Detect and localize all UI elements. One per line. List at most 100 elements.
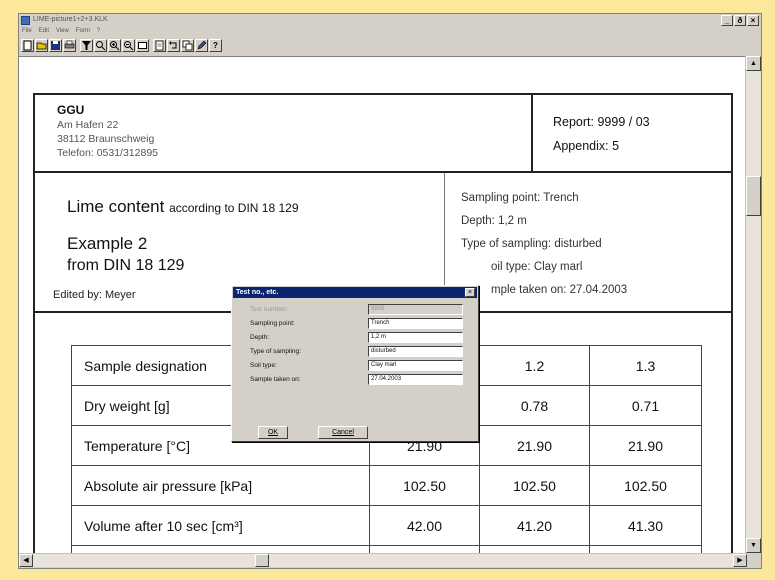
title-main: Lime content <box>67 197 165 216</box>
row-label <box>71 545 370 553</box>
scroll-left-arrow-icon[interactable]: ◀ <box>19 554 33 567</box>
sample-taken-on-row: Sample taken on: 27.04.2003 <box>240 374 470 386</box>
cell-value: 102.50 <box>369 465 480 506</box>
example-block: Example 2 from DIN 18 129 <box>67 233 184 277</box>
soil-type-field[interactable]: Clay marl <box>368 360 463 371</box>
zoom-in-icon[interactable] <box>108 39 121 52</box>
report-header: GGU Am Hafen 22 38112 Braunschweig Telef… <box>33 93 733 173</box>
close-button[interactable]: × <box>747 15 759 26</box>
menu-form[interactable]: Form <box>76 28 90 38</box>
document-page: GGU Am Hafen 22 38112 Braunschweig Telef… <box>19 56 747 553</box>
cell-value: 41.20 <box>479 505 590 546</box>
type-of-sampling-row: Type of sampling: disturbed <box>240 346 470 358</box>
minimize-button[interactable]: _ <box>721 15 733 26</box>
company-name: GGU <box>57 103 85 117</box>
print-icon[interactable] <box>63 39 76 52</box>
cell-value: 102.50 <box>479 465 590 506</box>
cell-value: 0.78 <box>479 385 590 426</box>
sampling-point-row: Sampling point: Trench <box>240 318 470 330</box>
ok-button[interactable]: OK <box>258 426 288 439</box>
depth: Depth: 1,2 m <box>461 215 527 227</box>
report-number: Report: 9999 / 03 <box>553 115 650 129</box>
help-icon[interactable]: ? <box>209 39 222 52</box>
scroll-down-arrow-icon[interactable]: ▼ <box>746 538 761 553</box>
depth-label: Depth: <box>250 334 270 341</box>
edited-by: Edited by: Meyer <box>53 289 136 301</box>
menu-edit[interactable]: Edit <box>39 28 49 38</box>
cell-value <box>479 545 590 553</box>
zoom-out-icon[interactable] <box>122 39 135 52</box>
restore-button[interactable]: ð <box>734 15 746 26</box>
ok-button-label: OK <box>267 429 279 436</box>
test-info-dialog: Test no., etc. × Test number: 9999 Sampl… <box>231 285 479 442</box>
cancel-button[interactable]: Cancel <box>318 426 368 439</box>
sample-taken-on-field[interactable]: 27.04.2003 <box>368 374 463 385</box>
company-phone: Telefon: 0531/312895 <box>57 147 159 159</box>
table-row: Volume after 10 sec [cm³] 42.00 41.20 41… <box>71 505 702 546</box>
company-city: 38112 Braunschweig <box>57 133 155 145</box>
sample-taken-on: mple taken on: 27.04.2003 <box>491 284 628 296</box>
info-icon[interactable] <box>153 39 166 52</box>
dialog-close-button[interactable]: × <box>465 288 475 297</box>
test-number-field: 9999 <box>368 304 463 315</box>
type-of-sampling-label: Type of sampling: <box>250 348 301 355</box>
open-folder-icon[interactable] <box>35 39 48 52</box>
sampling-point-field[interactable]: Trench <box>368 318 463 329</box>
cell-value: 1.3 <box>589 345 702 386</box>
soil-type-label: Soil type: <box>250 362 277 369</box>
edit-icon[interactable] <box>195 39 208 52</box>
title-standard: according to DIN 18 129 <box>169 201 299 215</box>
test-number-row: Test number: 9999 <box>240 304 470 316</box>
application-window: LIME-picture1+2+3.KLK _ ð × File Edit Vi… <box>18 13 762 569</box>
title-bar: LIME-picture1+2+3.KLK _ ð × <box>19 14 761 28</box>
page-title: Lime content according to DIN 18 129 <box>67 197 299 217</box>
scroll-right-arrow-icon[interactable]: ▶ <box>733 554 747 567</box>
page-view-icon[interactable] <box>136 39 149 52</box>
cell-value: 21.90 <box>589 425 702 466</box>
cell-value: 1.2 <box>479 345 590 386</box>
zoom-icon[interactable] <box>94 39 107 52</box>
horizontal-scrollbar[interactable]: ◀ ▶ <box>19 553 747 567</box>
menu-file[interactable]: File <box>22 28 32 38</box>
menu-help[interactable]: ? <box>97 28 100 38</box>
filter-icon[interactable] <box>80 39 93 52</box>
soil-type-row: Soil type: Clay marl <box>240 360 470 372</box>
sample-info: Sampling point: Trench Depth: 1,2 m Type… <box>461 187 627 302</box>
copy-icon[interactable] <box>181 39 194 52</box>
horizontal-scroll-thumb[interactable] <box>255 554 269 567</box>
soil-type: oil type: Clay marl <box>491 261 583 273</box>
cell-value: 41.30 <box>589 505 702 546</box>
company-block: GGU Am Hafen 22 38112 Braunschweig Telef… <box>57 103 158 160</box>
undo-icon[interactable] <box>167 39 180 52</box>
type-of-sampling-field[interactable]: disturbed <box>368 346 463 357</box>
cell-value: 0.71 <box>589 385 702 426</box>
appendix-number: Appendix: 5 <box>553 139 620 153</box>
sample-taken-on-label: Sample taken on: <box>250 376 301 383</box>
depth-row: Depth: 1,2 m <box>240 332 470 344</box>
save-icon[interactable] <box>49 39 62 52</box>
cell-value: 42.00 <box>369 505 480 546</box>
row-label: Absolute air pressure [kPa] <box>71 465 370 506</box>
window-controls: _ ð × <box>721 15 759 26</box>
cell-value: 21.90 <box>479 425 590 466</box>
menu-view[interactable]: View <box>56 28 69 38</box>
example-line-1: Example 2 <box>67 234 148 253</box>
sampling-point-label: Sampling point: <box>250 320 295 327</box>
menu-bar: File Edit View Form ? <box>19 28 761 38</box>
example-line-2: from DIN 18 129 <box>67 257 185 274</box>
vertical-scrollbar[interactable]: ▲ ▼ <box>745 56 761 553</box>
sampling-point: Sampling point: Trench <box>461 192 579 204</box>
scroll-up-arrow-icon[interactable]: ▲ <box>746 56 761 71</box>
cell-value: 102.50 <box>589 465 702 506</box>
toolbar: ? <box>21 39 222 54</box>
cancel-button-label: Cancel <box>332 429 354 436</box>
type-of-sampling: Type of sampling: disturbed <box>461 238 602 250</box>
vertical-scroll-thumb[interactable] <box>746 176 761 216</box>
depth-field[interactable]: 1,2 m <box>368 332 463 343</box>
report-number-box: Report: 9999 / 03 Appendix: 5 <box>531 95 733 171</box>
window-title: LIME-picture1+2+3.KLK <box>33 16 108 23</box>
app-icon <box>21 16 30 25</box>
new-file-icon[interactable] <box>21 39 34 52</box>
row-label: Volume after 10 sec [cm³] <box>71 505 370 546</box>
dialog-title: Test no., etc. <box>233 287 477 298</box>
